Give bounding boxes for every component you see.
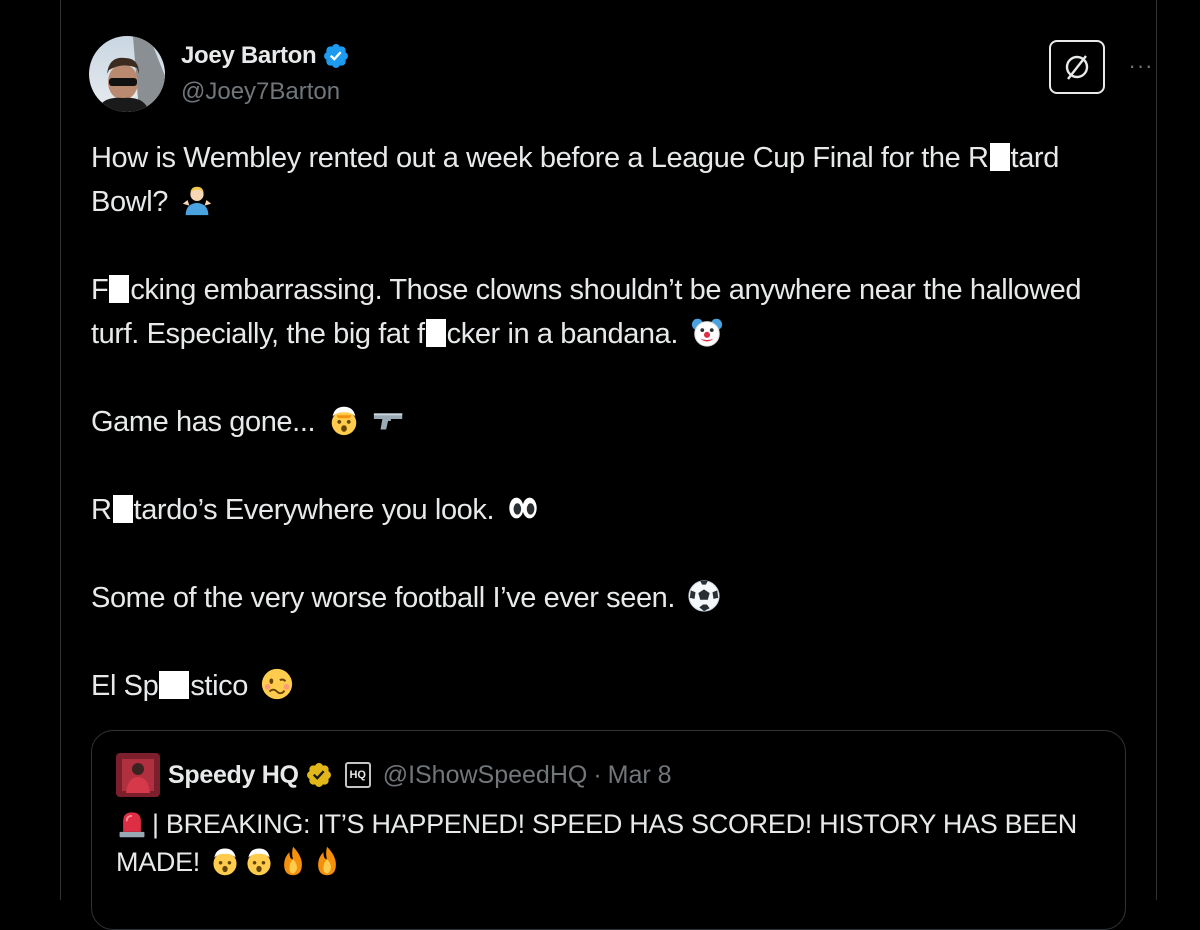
more-options-button[interactable]: ··· <box>1121 48 1161 84</box>
p1-text-pre: How is Wembley rented out a week before … <box>91 142 989 174</box>
grok-icon <box>1065 55 1089 80</box>
eyes-icon <box>509 497 537 519</box>
tweet-text: How is Wembley rented out a week before … <box>91 136 1131 708</box>
quoted-tweet-header: Speedy HQ HQ @IShowSpeedHQ · Mar 8 <box>116 753 672 797</box>
redaction-box <box>989 143 1010 171</box>
woozy-face-icon <box>261 668 292 700</box>
quoted-author-avatar[interactable] <box>116 753 160 797</box>
fire-icon <box>318 846 337 876</box>
quoted-tweet[interactable]: Speedy HQ HQ @IShowSpeedHQ · Mar 8 | BRE… <box>91 730 1126 930</box>
tweet-paragraph-1: How is Wembley rented out a week before … <box>91 136 1131 224</box>
quoted-author-handle[interactable]: @IShowSpeedHQ <box>383 761 588 790</box>
redaction-box <box>425 319 446 347</box>
more-icon: ··· <box>1128 53 1154 78</box>
affiliation-badge-icon[interactable]: HQ <box>344 762 371 788</box>
p6-text-post: stico <box>190 670 248 702</box>
clown-face-icon <box>691 318 722 347</box>
police-light-icon <box>119 812 145 838</box>
verified-badge-icon <box>324 44 349 68</box>
exploding-head-icon <box>331 406 357 436</box>
redaction-box <box>159 671 190 699</box>
tweet-paragraph-5: Some of the very worse football I’ve eve… <box>91 576 1131 620</box>
exploding-head-icon <box>247 848 271 876</box>
quoted-tweet-date[interactable]: Mar 8 <box>608 761 672 790</box>
gold-verified-badge-icon <box>306 763 331 787</box>
p4-text-pre: R <box>91 494 112 526</box>
quoted-author-name[interactable]: Speedy HQ <box>168 761 299 790</box>
author-name[interactable]: Joey Barton <box>181 42 317 70</box>
exploding-head-icon <box>213 848 237 876</box>
author-name-row: Joey Barton <box>181 42 350 70</box>
p3-text: Game has gone... <box>91 406 316 438</box>
p4-text-post: tardo’s Everywhere you look. <box>133 494 495 526</box>
soccer-ball-icon <box>688 580 720 612</box>
tweet-paragraph-6: El Sp stico <box>91 664 1131 708</box>
person-shrugging-icon <box>182 186 211 216</box>
tweet-paragraph-4: Rtardo’s Everywhere you look. <box>91 488 1131 532</box>
tweet-paragraph-3: Game has gone... <box>91 400 1131 444</box>
author-avatar[interactable] <box>89 36 165 112</box>
grok-button[interactable] <box>1049 40 1105 94</box>
author-handle[interactable]: @Joey7Barton <box>181 78 340 106</box>
p2-text-post: cker in a bandana. <box>446 318 679 350</box>
redaction-box <box>112 495 133 523</box>
separator-dot: · <box>593 760 602 789</box>
pistol-icon <box>374 413 403 430</box>
redaction-box <box>109 275 130 303</box>
p2-text-pre: F <box>91 274 109 306</box>
tweet-header: Joey Barton @Joey7Barton ··· <box>89 36 1156 116</box>
p5-text: Some of the very worse football I’ve eve… <box>91 582 676 614</box>
tweet-column: Joey Barton @Joey7Barton ··· How is Wemb… <box>60 0 1157 930</box>
tweet-paragraph-2: Fcking embarrassing. Those clowns should… <box>91 268 1131 356</box>
fire-icon <box>284 846 303 876</box>
quoted-tweet-text: | BREAKING: IT’S HAPPENED! SPEED HAS SCO… <box>116 805 1106 881</box>
p6-text-pre: El Sp <box>91 670 159 702</box>
